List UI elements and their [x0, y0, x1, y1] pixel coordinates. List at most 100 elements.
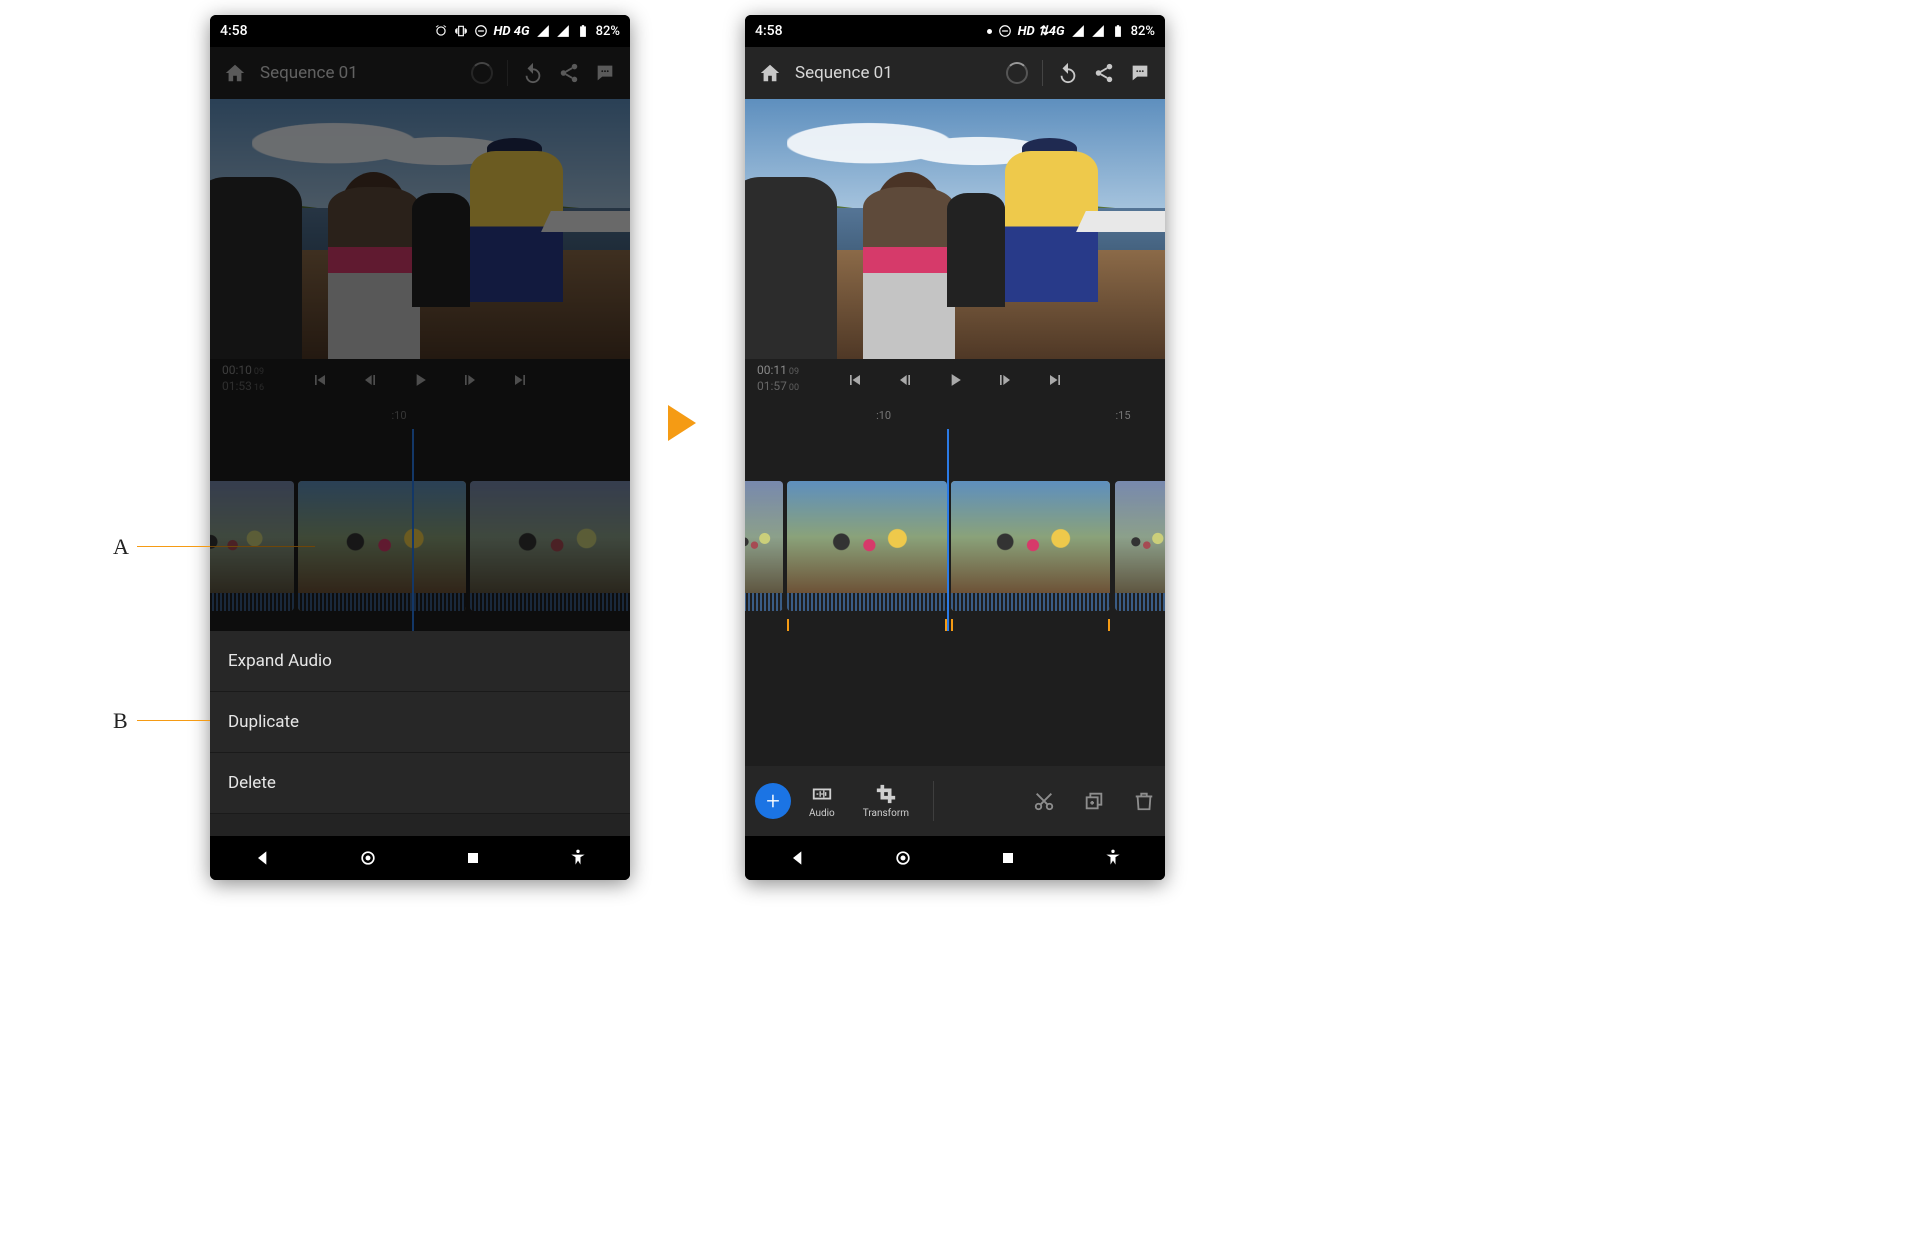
nav-accessibility-icon[interactable]	[1103, 848, 1123, 868]
timeline-empty-area[interactable]	[745, 631, 1165, 766]
network-label: HD 4G	[494, 24, 530, 39]
app-toolbar: Sequence 01	[210, 47, 630, 99]
undo-icon[interactable]	[1057, 62, 1079, 84]
playhead-line-icon[interactable]	[947, 471, 949, 631]
clip-prev[interactable]	[745, 481, 783, 611]
sync-spinner-icon	[1006, 62, 1028, 84]
playback-time: 00:1109 01:5700	[757, 363, 799, 395]
dnd-icon	[474, 24, 488, 38]
share-icon[interactable]	[1093, 62, 1115, 84]
add-media-button[interactable]: +	[755, 783, 791, 819]
frame-back-icon[interactable]	[360, 370, 380, 390]
android-nav-bar	[745, 836, 1165, 880]
nav-home-icon[interactable]	[893, 848, 913, 868]
duplicate-icon[interactable]	[1083, 790, 1105, 812]
signal-icon-2	[1091, 24, 1105, 38]
cut-icon[interactable]	[1033, 790, 1055, 812]
playhead-icon[interactable]	[947, 429, 949, 471]
ruler-tick: :15	[1115, 409, 1130, 422]
status-icons: HD 4G 82%	[434, 24, 621, 39]
signal-icon-1	[536, 24, 550, 38]
dnd-icon	[998, 24, 1012, 38]
transition-arrow-icon	[668, 405, 696, 441]
annotation-bracket-1	[787, 619, 947, 631]
timeline-clips[interactable]	[745, 471, 1165, 631]
separator	[1042, 60, 1043, 86]
signal-icon-2	[556, 24, 570, 38]
playhead-line-icon[interactable]	[412, 471, 414, 631]
callout-b-label: B	[113, 708, 128, 734]
dot-icon	[987, 29, 992, 34]
time-ruler[interactable]: :10	[210, 401, 630, 471]
battery-percent: 82%	[596, 24, 620, 39]
context-menu: Expand Audio Duplicate Delete	[210, 631, 630, 836]
android-status-bar: 4:58 HD ⇅4G 82%	[745, 15, 1165, 47]
play-icon[interactable]	[410, 370, 430, 390]
clip-duplicate[interactable]	[951, 481, 1111, 611]
nav-accessibility-icon[interactable]	[568, 848, 588, 868]
time-ruler[interactable]: :10 :15	[745, 401, 1165, 471]
frame-forward-icon[interactable]	[460, 370, 480, 390]
playhead-icon[interactable]	[412, 429, 414, 471]
skip-start-icon[interactable]	[845, 370, 865, 390]
audio-button[interactable]: Audio	[799, 783, 845, 819]
nav-recents-icon[interactable]	[463, 848, 483, 868]
delete-icon[interactable]	[1133, 790, 1155, 812]
ruler-tick: :10	[391, 409, 406, 422]
play-icon[interactable]	[945, 370, 965, 390]
timeline-clips[interactable]	[210, 471, 630, 631]
app-toolbar: Sequence 01	[745, 47, 1165, 99]
clip-original[interactable]	[787, 481, 947, 611]
clip-selected[interactable]	[298, 481, 466, 611]
undo-icon[interactable]	[522, 62, 544, 84]
playback-time: 00:1009 01:5316	[222, 363, 264, 395]
menu-duplicate[interactable]: Duplicate	[210, 692, 630, 753]
skip-start-icon[interactable]	[310, 370, 330, 390]
nav-home-icon[interactable]	[358, 848, 378, 868]
status-time: 4:58	[220, 23, 248, 39]
comment-icon[interactable]	[594, 62, 616, 84]
skip-end-icon[interactable]	[1045, 370, 1065, 390]
phone-after: 4:58 HD ⇅4G 82% Sequence 01	[745, 15, 1165, 880]
status-time: 4:58	[755, 23, 783, 39]
playback-controls: 00:1109 01:5700	[745, 359, 1165, 401]
transform-icon	[875, 783, 897, 805]
transform-label: Transform	[863, 808, 909, 819]
frame-forward-icon[interactable]	[995, 370, 1015, 390]
ruler-tick: :10	[876, 409, 891, 422]
frame-back-icon[interactable]	[895, 370, 915, 390]
sequence-title[interactable]: Sequence 01	[795, 63, 992, 83]
skip-end-icon[interactable]	[510, 370, 530, 390]
video-preview[interactable]	[745, 99, 1165, 359]
clip-next[interactable]	[1115, 481, 1165, 611]
separator	[933, 781, 934, 821]
transform-button[interactable]: Transform	[853, 783, 919, 819]
clip-next[interactable]	[470, 481, 630, 611]
home-icon[interactable]	[224, 62, 246, 84]
video-preview[interactable]	[210, 99, 630, 359]
menu-delete[interactable]: Delete	[210, 753, 630, 814]
battery-icon	[576, 24, 590, 38]
nav-back-icon[interactable]	[788, 848, 808, 868]
network-label: HD ⇅4G	[1018, 24, 1065, 39]
battery-icon	[1111, 24, 1125, 38]
vibrate-icon	[454, 24, 468, 38]
alarm-icon	[434, 24, 448, 38]
battery-percent: 82%	[1131, 24, 1155, 39]
callout-a-label: A	[113, 534, 129, 560]
audio-label: Audio	[809, 808, 835, 819]
home-icon[interactable]	[759, 62, 781, 84]
menu-expand-audio[interactable]: Expand Audio	[210, 631, 630, 692]
phone-before: 4:58 HD 4G 82% Sequence 01	[210, 15, 630, 880]
share-icon[interactable]	[558, 62, 580, 84]
audio-icon	[811, 783, 833, 805]
sync-spinner-icon	[471, 62, 493, 84]
playback-controls: 00:1009 01:5316	[210, 359, 630, 401]
sequence-title[interactable]: Sequence 01	[260, 63, 457, 83]
status-icons: HD ⇅4G 82%	[987, 24, 1155, 39]
comment-icon[interactable]	[1129, 62, 1151, 84]
nav-recents-icon[interactable]	[998, 848, 1018, 868]
separator	[507, 60, 508, 86]
nav-back-icon[interactable]	[253, 848, 273, 868]
android-nav-bar	[210, 836, 630, 880]
